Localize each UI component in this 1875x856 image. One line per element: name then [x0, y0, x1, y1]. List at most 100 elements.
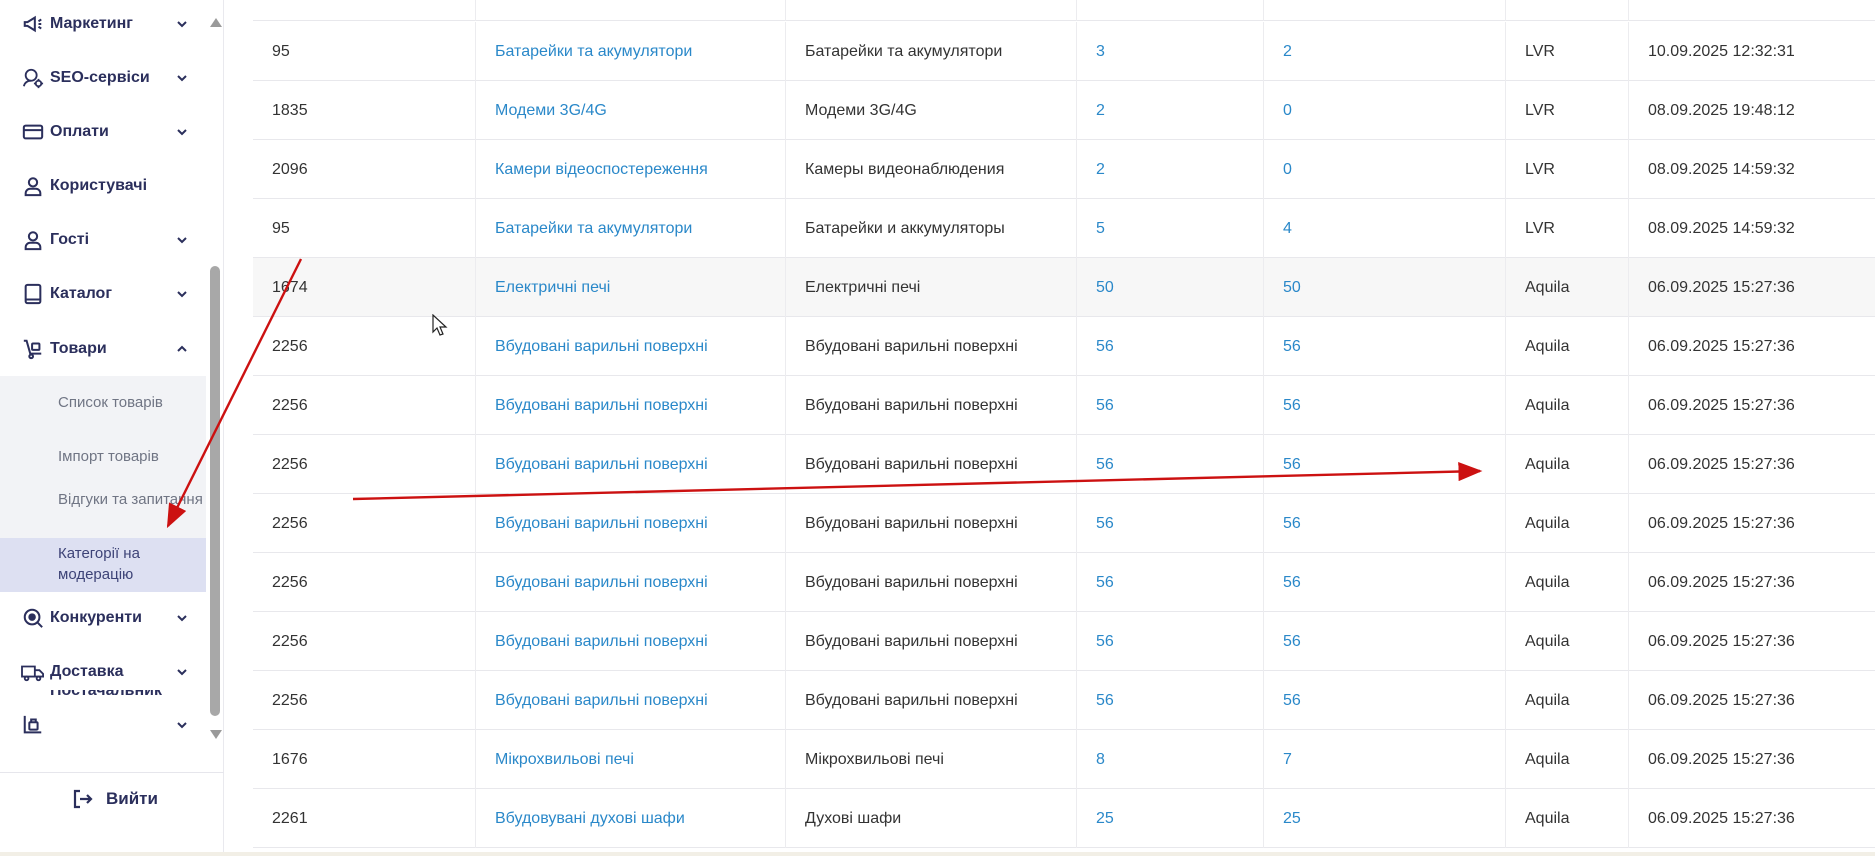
sidebar-item-users[interactable]: Користувачі: [0, 159, 206, 213]
products-count-cell[interactable]: 25: [1076, 789, 1263, 848]
category-id-cell: 1674: [272, 278, 308, 296]
chevron-down-icon[interactable]: [172, 230, 192, 250]
category-name-cell[interactable]: Вбудовані варильні поверхні: [475, 553, 785, 612]
category-name-cell[interactable]: Вбудовані варильні поверхні: [475, 612, 785, 671]
moderated-count-cell[interactable]: 56: [1263, 317, 1505, 376]
category-name-cell[interactable]: Електричні печі: [475, 258, 785, 317]
source-category-cell: Вбудовані варильні поверхні: [785, 435, 1076, 494]
chevron-down-icon[interactable]: [172, 284, 192, 304]
submenu-item-categories-moderation[interactable]: Категорії на модерацію: [58, 543, 204, 585]
sidebar-item-catalog[interactable]: Каталог: [0, 267, 206, 321]
products-count-cell[interactable]: 56: [1076, 376, 1263, 435]
moderated-count-cell[interactable]: 2: [1263, 22, 1505, 81]
sidebar-item-products[interactable]: Товари: [0, 322, 206, 376]
chevron-down-icon[interactable]: [172, 14, 192, 34]
moderated-count-cell[interactable]: 7: [1263, 730, 1505, 789]
date-cell: 08.09.2025 14:59:32: [1628, 199, 1875, 258]
date-cell: 06.09.2025 15:27:36: [1628, 671, 1875, 730]
sidebar-item-seo[interactable]: SEO-сервіси: [0, 51, 206, 105]
submenu-item-product-import[interactable]: Імпорт товарів: [58, 446, 204, 467]
sidebar: Маркетинг SEO-сервіси Оплати Користувачі…: [0, 0, 224, 856]
category-name-cell[interactable]: Вбудовані варильні поверхні: [475, 494, 785, 553]
supplier-cell: Aquila: [1505, 317, 1628, 376]
supplier-cell: LVR: [1505, 81, 1628, 140]
mouse-cursor-icon: [432, 314, 448, 336]
sidebar-item-label: Гості: [50, 231, 90, 248]
logout-button[interactable]: Вийти: [70, 784, 158, 814]
moderated-count-cell[interactable]: 0: [1263, 81, 1505, 140]
sidebar-item-label: Каталог: [50, 285, 112, 302]
scroll-down-arrow[interactable]: [210, 730, 222, 739]
category-name-cell[interactable]: Вбудовані варильні поверхні: [475, 435, 785, 494]
products-count-cell[interactable]: 56: [1076, 317, 1263, 376]
source-category-cell: Вбудовані варильні поверхні: [785, 553, 1076, 612]
products-count-cell[interactable]: 3: [1076, 22, 1263, 81]
submenu-item-reviews-questions[interactable]: Відгуки та запитання: [58, 489, 204, 510]
supplier-cell: Aquila: [1505, 612, 1628, 671]
sidebar-item-marketing[interactable]: Маркетинг: [0, 0, 206, 51]
chevron-down-icon[interactable]: [172, 662, 192, 682]
products-count-cell[interactable]: 5: [1076, 199, 1263, 258]
products-count-cell[interactable]: 50: [1076, 258, 1263, 317]
moderated-count-cell[interactable]: 56: [1263, 671, 1505, 730]
logout-label: Вийти: [106, 789, 158, 808]
moderated-count-cell[interactable]: 56: [1263, 612, 1505, 671]
sidebar-item-supplier[interactable]: [0, 698, 206, 752]
category-name-cell[interactable]: Батарейки та акумулятори: [475, 199, 785, 258]
moderated-count-cell[interactable]: 56: [1263, 553, 1505, 612]
sidebar-item-label: Оплати: [50, 123, 109, 140]
sidebar-item-guests[interactable]: Гості: [0, 213, 206, 267]
chevron-down-icon[interactable]: [172, 122, 192, 142]
category-name-cell[interactable]: Вбудовані варильні поверхні: [475, 376, 785, 435]
products-count-cell[interactable]: 56: [1076, 612, 1263, 671]
products-count-cell[interactable]: 2: [1076, 81, 1263, 140]
category-name-cell[interactable]: Вбудовувані духові шафи: [475, 789, 785, 848]
products-count-cell[interactable]: 56: [1076, 553, 1263, 612]
table-row: 95 Батарейки та акумулятори Батарейки и ак…: [253, 199, 1875, 258]
submenu-item-product-list[interactable]: Список товарів: [58, 392, 204, 413]
scroll-up-arrow[interactable]: [210, 18, 222, 27]
chevron-down-icon[interactable]: [172, 715, 192, 735]
table-row: 2256 Вбудовані варильні поверхні Вбудовані…: [253, 612, 1875, 671]
megaphone-icon: [20, 11, 46, 37]
date-cell: 06.09.2025 15:27:36: [1628, 376, 1875, 435]
table-row: 2256 Вбудовані варильні поверхні Вбудовані…: [253, 317, 1875, 376]
category-name-cell[interactable]: Камери відеоспостереження: [475, 140, 785, 199]
supplier-cell: LVR: [1505, 22, 1628, 81]
category-name-cell[interactable]: Мікрохвильові печі: [475, 730, 785, 789]
products-count-cell[interactable]: 2: [1076, 140, 1263, 199]
competitor-eye-icon: [20, 605, 46, 631]
table-row-partial: [253, 0, 1875, 21]
chevron-down-icon[interactable]: [172, 68, 192, 88]
sidebar-item-label: Конкуренти: [50, 609, 142, 626]
moderated-count-cell[interactable]: 25: [1263, 789, 1505, 848]
supplier-cell: Aquila: [1505, 258, 1628, 317]
sidebar-item-payments[interactable]: Оплати: [0, 105, 206, 159]
products-count-cell[interactable]: 56: [1076, 671, 1263, 730]
category-name-cell[interactable]: Вбудовані варильні поверхні: [475, 671, 785, 730]
moderated-count-cell[interactable]: 56: [1263, 376, 1505, 435]
moderated-count-cell[interactable]: 50: [1263, 258, 1505, 317]
moderated-count-cell[interactable]: 56: [1263, 435, 1505, 494]
chevron-down-icon[interactable]: [172, 608, 192, 628]
moderated-count-cell[interactable]: 0: [1263, 140, 1505, 199]
category-name-cell[interactable]: Модеми 3G/4G: [475, 81, 785, 140]
category-name-cell[interactable]: Батарейки та акумулятори: [475, 22, 785, 81]
products-count-cell[interactable]: 56: [1076, 435, 1263, 494]
supplier-dolly-icon: [20, 712, 46, 738]
sidebar-item-label: Користувачі: [50, 177, 148, 194]
category-id-cell: 95: [272, 42, 290, 60]
category-name-cell[interactable]: Вбудовані варильні поверхні: [475, 317, 785, 376]
products-count-cell[interactable]: 56: [1076, 494, 1263, 553]
products-count-cell[interactable]: 8: [1076, 730, 1263, 789]
chevron-up-icon[interactable]: [172, 339, 192, 359]
table-row: 2256 Вбудовані варильні поверхні Вбудовані…: [253, 671, 1875, 730]
category-id-cell: 2256: [272, 573, 308, 591]
sidebar-item-competitors[interactable]: Конкуренти: [0, 591, 206, 645]
sidebar-scrollbar-thumb[interactable]: [210, 266, 220, 716]
moderated-count-cell[interactable]: 56: [1263, 494, 1505, 553]
table-row: 1676 Мікрохвильові печі Мікрохвильові печі…: [253, 730, 1875, 789]
hand-truck-icon: [20, 336, 46, 362]
table-row: 1835 Модеми 3G/4G Модеми 3G/4G 2 0 LVR 08.09.2…: [253, 81, 1875, 140]
moderated-count-cell[interactable]: 4: [1263, 199, 1505, 258]
